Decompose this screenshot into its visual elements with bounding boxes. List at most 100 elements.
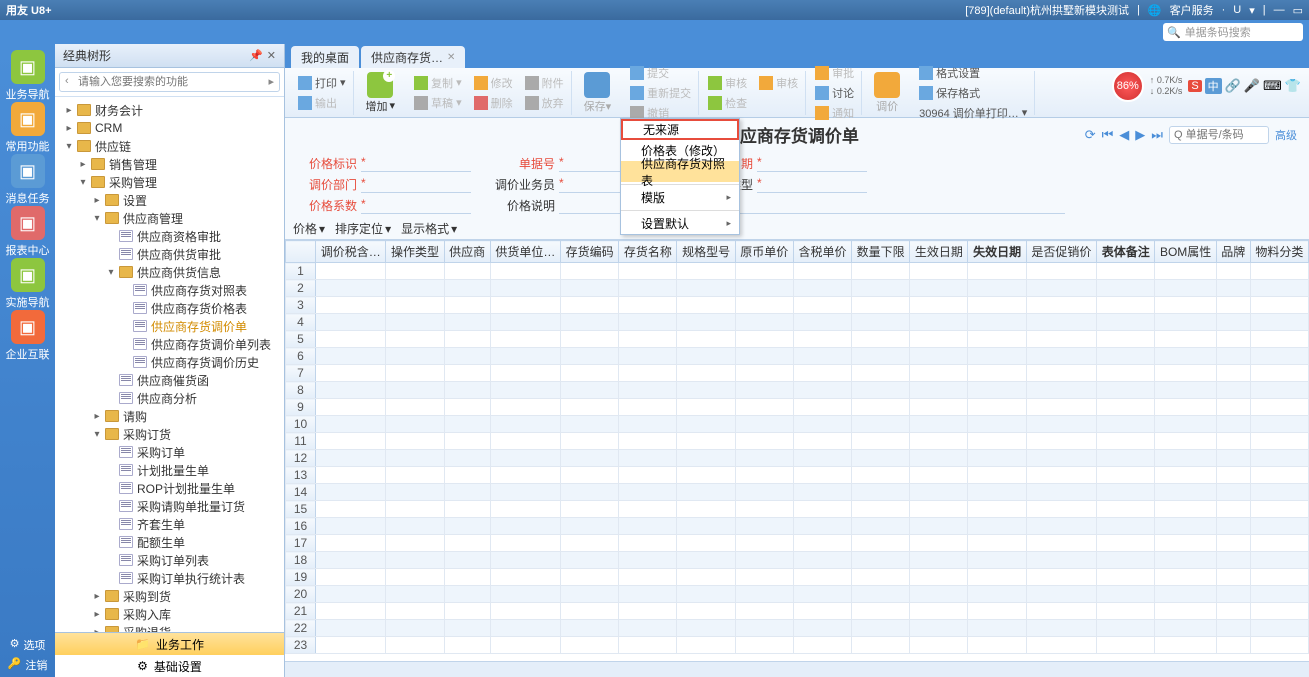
grid-cell[interactable] (619, 501, 677, 518)
grid-cell[interactable] (735, 416, 793, 433)
grid-cell[interactable] (910, 620, 968, 637)
grid-cell[interactable] (1097, 297, 1155, 314)
table-row[interactable]: 11 (286, 433, 1309, 450)
grid-cell[interactable] (316, 484, 386, 501)
grid-cell[interactable] (677, 416, 735, 433)
grid-cell[interactable] (1026, 280, 1096, 297)
table-row[interactable]: 17 (286, 535, 1309, 552)
grid-cell[interactable] (852, 331, 910, 348)
grid-cell[interactable] (793, 263, 851, 280)
grid-cell[interactable] (1026, 450, 1096, 467)
grid-cell[interactable] (677, 637, 735, 654)
u-menu[interactable]: U (1233, 4, 1241, 16)
grid-cell[interactable] (1250, 620, 1308, 637)
grid-cell[interactable] (910, 399, 968, 416)
table-row[interactable]: 1 (286, 263, 1309, 280)
grid-cell[interactable] (316, 637, 386, 654)
grid-cell[interactable] (561, 569, 619, 586)
grid-cell[interactable] (490, 484, 560, 501)
tree-toggle-icon[interactable]: ▾ (91, 213, 103, 224)
dropdown-item[interactable]: 设置默认▸ (621, 213, 739, 234)
grid-cell[interactable] (793, 450, 851, 467)
grid-cell[interactable] (852, 518, 910, 535)
grid-cell[interactable] (735, 399, 793, 416)
grid-cell[interactable] (1155, 314, 1217, 331)
grid-cell[interactable] (793, 518, 851, 535)
grid-header[interactable]: 操作类型 (386, 241, 444, 263)
grid-cell[interactable] (316, 467, 386, 484)
grid-cell[interactable] (444, 297, 490, 314)
grid-header[interactable]: 生效日期 (910, 241, 968, 263)
grid-cell[interactable] (1250, 399, 1308, 416)
grid-cell[interactable] (1026, 535, 1096, 552)
tree-node[interactable]: ▸CRM (55, 119, 284, 137)
tree-node[interactable]: ▾供应商供货信息 (55, 263, 284, 281)
grid-cell[interactable] (619, 637, 677, 654)
grid-cell[interactable] (735, 314, 793, 331)
grid-cell[interactable] (852, 450, 910, 467)
search-go-icon[interactable]: ▸ (268, 75, 274, 88)
grid-cell[interactable] (910, 569, 968, 586)
grid-cell[interactable] (677, 314, 735, 331)
grid-cell[interactable] (910, 552, 968, 569)
grid-cell[interactable] (910, 433, 968, 450)
grid-cell[interactable] (677, 280, 735, 297)
grid-cell[interactable] (444, 280, 490, 297)
grid-cell[interactable] (793, 382, 851, 399)
grid-cell[interactable] (1250, 331, 1308, 348)
tree-node[interactable]: ROP计划批量生单 (55, 479, 284, 497)
grid-cell[interactable] (1097, 620, 1155, 637)
grid-cell[interactable] (386, 586, 444, 603)
grid-cell[interactable] (386, 433, 444, 450)
tab-close-icon[interactable]: ✕ (447, 52, 455, 63)
price-flag-field[interactable]: * (361, 155, 471, 172)
grid-cell[interactable] (677, 484, 735, 501)
tree-node[interactable]: 供应商催货函 (55, 371, 284, 389)
grid-cell[interactable] (490, 433, 560, 450)
grid-cell[interactable] (1216, 501, 1250, 518)
grid-cell[interactable] (444, 348, 490, 365)
grid-cell[interactable] (1216, 552, 1250, 569)
grid-cell[interactable] (968, 586, 1026, 603)
grid-cell[interactable] (386, 603, 444, 620)
grid-cell[interactable] (490, 637, 560, 654)
grid-cell[interactable] (1155, 365, 1217, 382)
grid-cell[interactable] (444, 637, 490, 654)
tree-node[interactable]: ▸采购退货 (55, 623, 284, 632)
grid-cell[interactable] (852, 263, 910, 280)
grid-cell[interactable] (386, 314, 444, 331)
grid-cell[interactable] (1026, 569, 1096, 586)
grid-cell[interactable] (444, 416, 490, 433)
grid-cell[interactable] (490, 586, 560, 603)
grid-cell[interactable] (619, 586, 677, 603)
approve-button[interactable]: 审核 (756, 74, 801, 92)
grid-cell[interactable] (619, 348, 677, 365)
grid-cell[interactable] (1097, 416, 1155, 433)
grid-cell[interactable] (1097, 637, 1155, 654)
grid-cell[interactable] (316, 382, 386, 399)
grid-cell[interactable] (1097, 586, 1155, 603)
top-search-box[interactable]: 🔍 单据条码搜索 (1163, 23, 1303, 41)
grid-cell[interactable] (1250, 552, 1308, 569)
last-icon[interactable]: ⏭ (1151, 127, 1163, 143)
grid-cell[interactable] (852, 637, 910, 654)
grid-cell[interactable] (386, 382, 444, 399)
grid-cell[interactable] (1155, 399, 1217, 416)
grid-cell[interactable] (316, 620, 386, 637)
grid-cell[interactable] (386, 484, 444, 501)
grid-cell[interactable] (444, 552, 490, 569)
prev-icon[interactable]: ◀ (1119, 127, 1129, 143)
grid-cell[interactable] (910, 484, 968, 501)
table-row[interactable]: 5 (286, 331, 1309, 348)
grid-header[interactable]: 品牌 (1216, 241, 1250, 263)
grid-cell[interactable] (1026, 348, 1096, 365)
grid-cell[interactable] (1026, 467, 1096, 484)
rail-logout[interactable]: 🔑注销 (8, 657, 48, 673)
grid-cell[interactable] (852, 569, 910, 586)
grid-cell[interactable] (910, 348, 968, 365)
grid-cell[interactable] (386, 416, 444, 433)
grid-cell[interactable] (735, 603, 793, 620)
grid-cell[interactable] (490, 416, 560, 433)
grid-cell[interactable] (852, 297, 910, 314)
tree-toggle-icon[interactable]: ▾ (63, 141, 75, 152)
